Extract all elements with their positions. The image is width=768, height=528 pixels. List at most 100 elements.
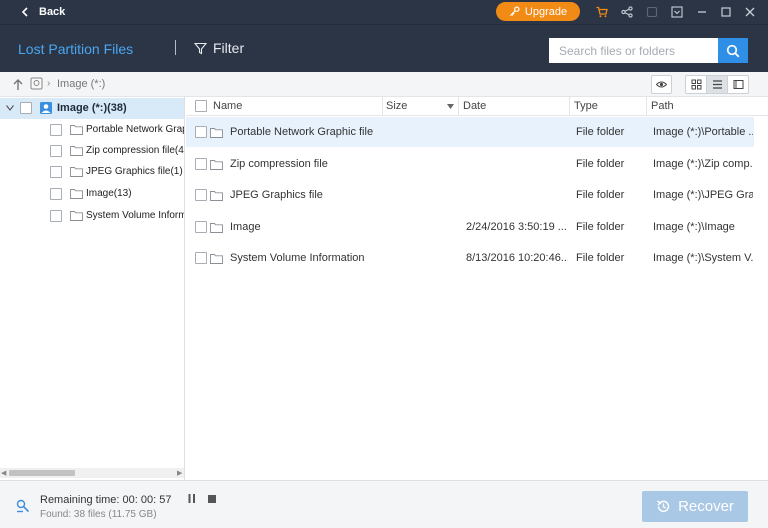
- table-row[interactable]: System Volume Information 8/13/2016 10:2…: [186, 243, 754, 273]
- scroll-right-icon[interactable]: ▶: [177, 469, 182, 477]
- share-icon[interactable]: [620, 5, 634, 19]
- scroll-left-icon[interactable]: ◀: [1, 469, 6, 477]
- scan-status-icon: [16, 499, 30, 513]
- tree-item-checkbox[interactable]: [50, 166, 62, 178]
- tree-item-checkbox[interactable]: [50, 210, 62, 222]
- column-name[interactable]: Name: [213, 100, 242, 112]
- scrollbar-thumb[interactable]: [9, 470, 75, 476]
- view-mode-group: [685, 75, 749, 94]
- menu-icon[interactable]: [670, 5, 684, 19]
- file-path: Image (*:)\Zip comp...: [653, 158, 753, 170]
- tree-item-label: Zip compression file(4): [86, 145, 185, 156]
- select-all-checkbox[interactable]: [195, 100, 207, 112]
- caret-down-icon[interactable]: [6, 105, 14, 111]
- tree-root-checkbox[interactable]: [20, 102, 32, 114]
- found-count: Found: 38 files (11.75 GB): [40, 509, 157, 520]
- column-header: Name Size Date Type Path: [186, 97, 768, 116]
- back-button[interactable]: Back: [20, 4, 65, 20]
- key-icon: [509, 6, 520, 17]
- row-checkbox[interactable]: [195, 158, 207, 170]
- tree-root-image[interactable]: Image (*:)(38): [0, 98, 184, 119]
- row-checkbox[interactable]: [195, 252, 207, 264]
- preview-button[interactable]: [651, 75, 672, 94]
- tree-item-label: Image(13): [86, 188, 132, 199]
- pause-icon[interactable]: [188, 494, 196, 503]
- file-date: 8/13/2016 10:20:46...: [466, 252, 568, 264]
- title-bar: Back Upgrade: [0, 0, 768, 24]
- file-type: File folder: [576, 126, 625, 138]
- upgrade-label: Upgrade: [524, 5, 568, 18]
- folder-icon: [70, 189, 83, 199]
- row-checkbox[interactable]: [195, 221, 207, 233]
- minimize-icon[interactable]: [695, 5, 709, 19]
- upgrade-button[interactable]: Upgrade: [496, 2, 580, 21]
- tree-item-checkbox[interactable]: [50, 188, 62, 200]
- folder-icon: [210, 254, 223, 264]
- tree-item-zip[interactable]: Zip compression file(4): [0, 140, 185, 161]
- tree-item-portable-network[interactable]: Portable Network Graph: [0, 119, 184, 140]
- chevron-right-icon: ›: [47, 78, 51, 89]
- file-type: File folder: [576, 189, 625, 201]
- search-button[interactable]: [718, 38, 748, 63]
- grid-icon: [691, 79, 701, 90]
- breadcrumb[interactable]: Image (*:): [57, 78, 105, 90]
- search-input[interactable]: [549, 38, 718, 63]
- status-bar: Remaining time: 00: 00: 57 Found: 38 fil…: [0, 480, 768, 528]
- column-size[interactable]: Size: [386, 100, 407, 112]
- close-icon[interactable]: [743, 5, 757, 19]
- column-divider[interactable]: [569, 97, 570, 116]
- drive-user-icon: [40, 102, 52, 114]
- file-type: File folder: [576, 158, 625, 170]
- folder-icon: [70, 167, 83, 177]
- list-icon: [712, 80, 722, 89]
- filter-button[interactable]: Filter: [194, 40, 244, 56]
- column-date[interactable]: Date: [463, 100, 486, 112]
- table-row[interactable]: Zip compression file File folder Image (…: [186, 149, 754, 179]
- folder-icon: [210, 223, 223, 233]
- column-path[interactable]: Path: [651, 100, 674, 112]
- detail-view-button[interactable]: [727, 76, 748, 93]
- file-name: Zip compression file: [230, 158, 328, 170]
- search-box: [549, 38, 748, 63]
- row-checkbox[interactable]: [195, 126, 207, 138]
- grid-view-button[interactable]: [686, 76, 706, 93]
- header: Lost Partition Files Filter: [0, 24, 768, 72]
- tree-item-label: JPEG Graphics file(1): [86, 166, 183, 177]
- tree-item-image[interactable]: Image(13): [0, 183, 184, 204]
- chevron-left-icon: [21, 7, 28, 17]
- file-name: Image: [230, 221, 261, 233]
- page-title[interactable]: Lost Partition Files: [18, 41, 133, 57]
- maximize-icon[interactable]: [719, 5, 733, 19]
- column-divider[interactable]: [382, 97, 383, 116]
- tree-item-label: System Volume Informa: [86, 210, 185, 221]
- back-label: Back: [39, 6, 66, 18]
- column-divider[interactable]: [646, 97, 647, 116]
- stop-icon[interactable]: [208, 495, 216, 503]
- folder-icon: [210, 128, 223, 138]
- table-row[interactable]: JPEG Graphics file File folder Image (*:…: [186, 180, 754, 210]
- row-checkbox[interactable]: [195, 189, 207, 201]
- file-name: Portable Network Graphic file: [230, 126, 374, 138]
- tree-item-system-volume[interactable]: System Volume Informa: [0, 205, 185, 226]
- feedback-icon[interactable]: [645, 5, 659, 19]
- cart-icon[interactable]: [595, 5, 609, 19]
- table-row[interactable]: Portable Network Graphic file File folde…: [186, 117, 754, 147]
- recover-icon: [657, 500, 670, 513]
- recover-button[interactable]: Recover: [642, 491, 748, 522]
- column-divider[interactable]: [458, 97, 459, 116]
- tree-item-checkbox[interactable]: [50, 145, 62, 157]
- sidebar-horizontal-scrollbar[interactable]: ◀ ▶: [0, 468, 184, 478]
- file-path: Image (*:)\JPEG Gra...: [653, 189, 753, 201]
- file-type: File folder: [576, 221, 625, 233]
- tree-item-jpeg[interactable]: JPEG Graphics file(1): [0, 161, 184, 182]
- file-name: System Volume Information: [230, 252, 365, 264]
- table-row[interactable]: Image 2/24/2016 3:50:19 ... File folder …: [186, 212, 754, 242]
- arrow-up-icon[interactable]: [12, 78, 24, 91]
- column-type[interactable]: Type: [574, 100, 598, 112]
- file-date: 2/24/2016 3:50:19 ...: [466, 221, 567, 233]
- tree-root-label: Image (*:)(38): [57, 102, 127, 114]
- tree-item-checkbox[interactable]: [50, 124, 62, 136]
- sort-down-icon: [447, 104, 454, 109]
- list-view-button[interactable]: [706, 76, 727, 93]
- eye-icon: [656, 81, 667, 88]
